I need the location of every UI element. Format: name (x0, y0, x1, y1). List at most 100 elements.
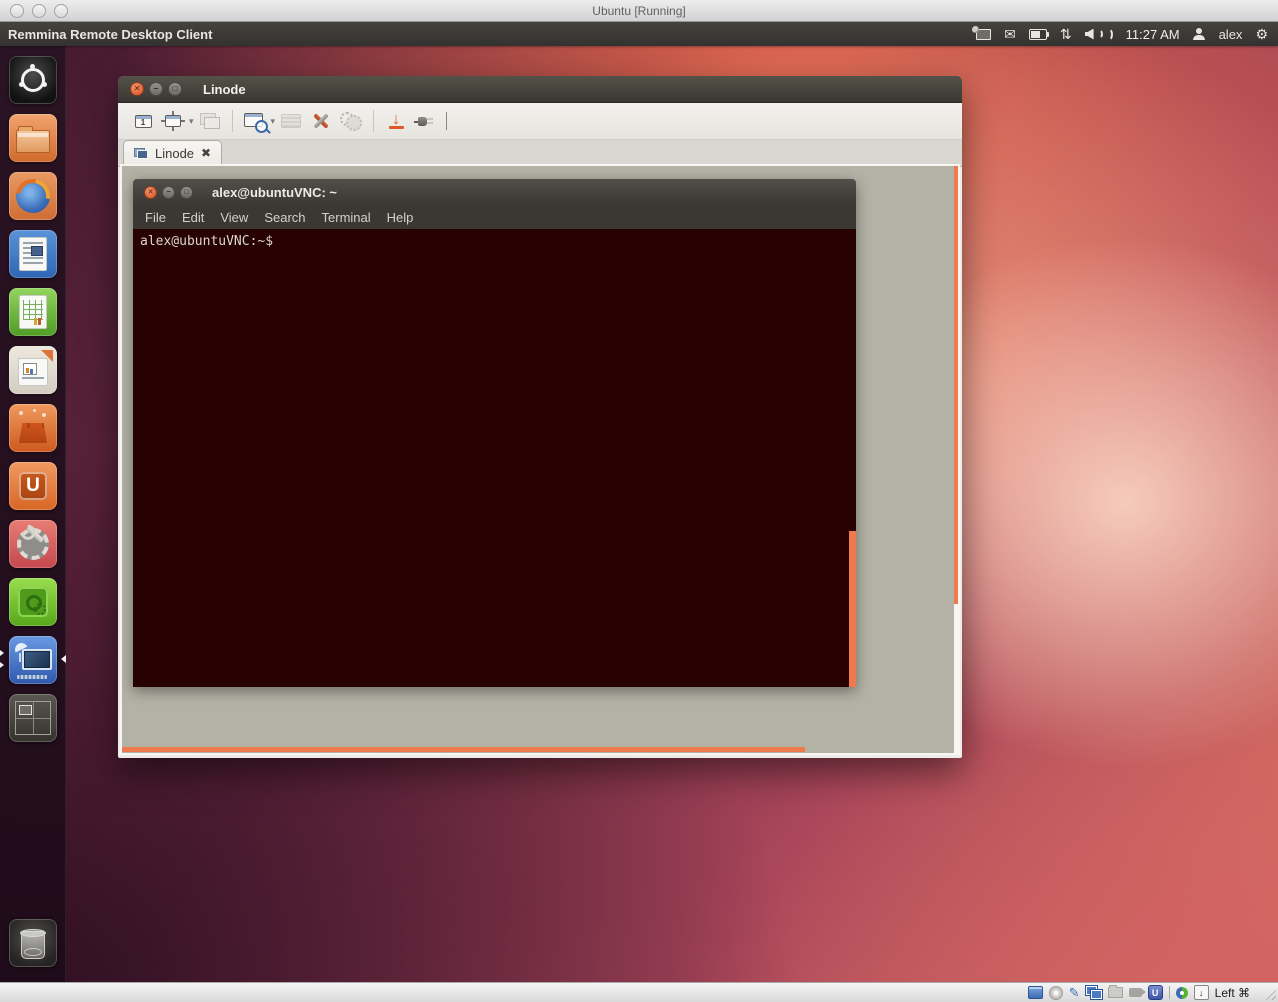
host-zoom-button[interactable] (54, 4, 68, 18)
folder-icon (9, 114, 57, 162)
terminal-window-title: alex@ubuntuVNC: ~ (212, 185, 337, 200)
vm-pen-icon[interactable]: ✎ (1069, 986, 1080, 999)
user-icon[interactable] (1193, 22, 1206, 46)
terminal-window: ✕ − □ alex@ubuntuVNC: ~ File Edit View S… (133, 179, 856, 687)
launcher-item-trash[interactable] (9, 919, 57, 967)
duplicate-connection-button[interactable] (197, 106, 223, 136)
scaled-mode-dropdown[interactable]: ▾ (271, 116, 276, 127)
remmina-maximize-button[interactable]: □ (168, 82, 182, 96)
terminal-maximize-button[interactable]: □ (180, 186, 193, 199)
remote-desktop[interactable]: ✕ − □ alex@ubuntuVNC: ~ File Edit View S… (122, 166, 958, 753)
host-window-buttons (0, 4, 68, 18)
scaled-mode-button[interactable] (242, 106, 268, 136)
menu-view[interactable]: View (212, 210, 256, 225)
toolbar-separator (373, 110, 374, 132)
remote-desktop-indicator-icon[interactable] (976, 22, 991, 46)
remmina-minimize-button[interactable]: − (149, 82, 163, 96)
remote-edge-strip (954, 604, 958, 753)
screenshot-button[interactable]: ↓ (383, 106, 409, 136)
fit-window-dropdown[interactable]: ▾ (189, 116, 194, 127)
menu-search[interactable]: Search (256, 210, 313, 225)
launcher-item-libreoffice-impress[interactable] (9, 346, 57, 394)
unity-launcher: U (0, 46, 66, 983)
launcher-item-home-folder[interactable] (9, 114, 57, 162)
remote-view-frame: ✕ − □ alex@ubuntuVNC: ~ File Edit View S… (120, 164, 960, 755)
remmina-toolbar: 1 ▾ ▾ (118, 103, 962, 140)
gears-icon (339, 111, 363, 131)
grab-keyboard-icon (281, 114, 301, 128)
launcher-item-system-settings[interactable] (9, 520, 57, 568)
vm-mouse-integration-icon[interactable] (1176, 987, 1188, 999)
menu-help[interactable]: Help (379, 210, 422, 225)
terminal-minimize-button[interactable]: − (162, 186, 175, 199)
remmina-window: ✕ − □ Linode 1 ▾ ▾ (118, 76, 962, 758)
remote-edge-scrollbar-vertical[interactable] (954, 166, 958, 604)
terminal-titlebar[interactable]: ✕ − □ alex@ubuntuVNC: ~ (133, 179, 856, 205)
launcher-item-dash-home[interactable] (9, 56, 57, 104)
resize-grip[interactable] (1263, 987, 1276, 1000)
tools-icon (310, 110, 332, 132)
vm-cd-icon[interactable] (1049, 986, 1063, 1000)
session-gear-icon[interactable]: ⚙ (1255, 22, 1268, 46)
remmina-close-button[interactable]: ✕ (130, 82, 144, 96)
sync-indicator-icon[interactable]: ⇅ (1060, 22, 1072, 46)
fit-window-button[interactable] (160, 106, 186, 136)
terminal-close-button[interactable]: ✕ (144, 186, 157, 199)
vm-auto-resize-icon[interactable]: ↓ (1194, 985, 1209, 1000)
toolbar-separator (232, 110, 233, 132)
ubuntu-logo-icon (9, 56, 57, 104)
remmina-titlebar[interactable]: ✕ − □ Linode (118, 76, 962, 103)
terminal-scrollbar[interactable] (849, 531, 856, 687)
host-titlebar[interactable]: Ubuntu [Running] (0, 0, 1278, 22)
writer-document-icon (9, 230, 57, 278)
ubuntu-one-icon: U (9, 462, 57, 510)
menu-edit[interactable]: Edit (174, 210, 212, 225)
duplicate-icon (204, 117, 220, 129)
host-close-button[interactable] (10, 4, 24, 18)
menu-file[interactable]: File (137, 210, 174, 225)
vm-hdd-icon[interactable] (1028, 986, 1043, 999)
launcher-item-workspace-switcher[interactable] (9, 694, 57, 742)
vm-usb-icon[interactable]: U (1148, 985, 1163, 1000)
remmina-icon (9, 636, 57, 684)
username-label[interactable]: alex (1219, 27, 1243, 42)
scaled-mode-icon (244, 113, 266, 130)
trash-icon (9, 919, 57, 967)
vm-video-icon[interactable] (1129, 988, 1142, 997)
virtualbox-host-window: Ubuntu [Running] Remmina Remote Desktop … (0, 0, 1278, 1002)
terminal-menubar: File Edit View Search Terminal Help (133, 205, 856, 229)
launcher-item-ubuntu-one[interactable]: U (9, 462, 57, 510)
menu-terminal[interactable]: Terminal (314, 210, 379, 225)
tab-linode[interactable]: Linode ✖ (123, 140, 222, 165)
launcher-item-firefox[interactable] (9, 172, 57, 220)
fullscreen-button[interactable]: 1 (130, 106, 156, 136)
shopping-bag-icon (9, 404, 57, 452)
tools-button[interactable] (308, 106, 334, 136)
mail-indicator-icon[interactable]: ✉ (1004, 22, 1016, 46)
ubuntu-top-panel: Remmina Remote Desktop Client ✉ ⇅ 11:27 … (0, 22, 1278, 46)
screenshot-icon: ↓ (389, 114, 404, 129)
running-indicator-arrow (0, 662, 4, 668)
launcher-item-software-center[interactable] (9, 404, 57, 452)
launcher-item-additional-drivers[interactable] (9, 578, 57, 626)
launcher-item-libreoffice-calc[interactable] (9, 288, 57, 336)
battery-indicator-icon[interactable] (1029, 22, 1047, 46)
volume-indicator-icon[interactable] (1085, 22, 1113, 46)
grab-keyboard-button[interactable] (278, 106, 304, 136)
plug-icon (416, 113, 436, 129)
drivers-icon (9, 578, 57, 626)
host-minimize-button[interactable] (32, 4, 46, 18)
remote-edge-scrollbar-horizontal[interactable] (122, 747, 805, 752)
vm-network-icon[interactable] (1086, 986, 1102, 999)
terminal-screen[interactable]: alex@ubuntuVNC:~$ (133, 229, 856, 687)
impress-presentation-icon (9, 346, 57, 394)
host-window-title: Ubuntu [Running] (0, 4, 1278, 18)
launcher-item-remmina[interactable] (9, 636, 57, 684)
clock-indicator[interactable]: 11:27 AM (1126, 27, 1180, 42)
disconnect-button[interactable] (413, 106, 439, 136)
shell-prompt: alex@ubuntuVNC:~$ (140, 234, 273, 249)
vm-shared-folders-icon[interactable] (1108, 987, 1123, 998)
tab-close-icon[interactable]: ✖ (201, 146, 211, 160)
launcher-item-libreoffice-writer[interactable] (9, 230, 57, 278)
preferences-button[interactable] (338, 106, 364, 136)
